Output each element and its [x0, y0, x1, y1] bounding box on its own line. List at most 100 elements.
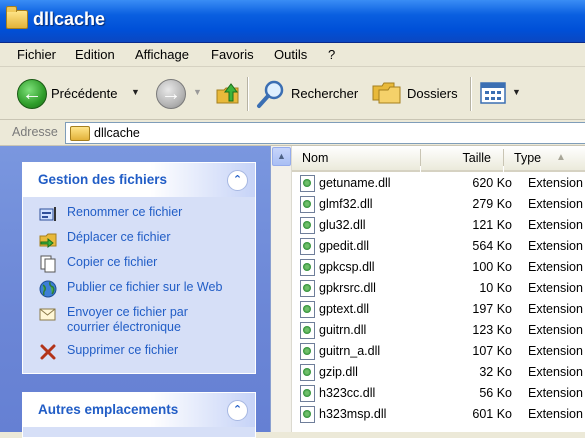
- scrollbar[interactable]: ▲: [271, 146, 292, 432]
- file-row[interactable]: guitrn_a.dll 107 Ko Extension de: [292, 341, 585, 362]
- file-type: Extension de: [528, 239, 585, 253]
- menu-outils[interactable]: Outils: [274, 47, 307, 62]
- folder-icon: [70, 126, 90, 141]
- toolbar: ← Précédente ▼ → ▼ Rechercher Dossiers ▼: [0, 67, 585, 120]
- column-type-label: Type: [514, 151, 542, 165]
- file-row[interactable]: glu32.dll 121 Ko Extension de: [292, 215, 585, 236]
- copy-icon: [40, 255, 56, 273]
- file-size: 107 Ko: [472, 344, 512, 358]
- file-row[interactable]: gptext.dll 197 Ko Extension de: [292, 299, 585, 320]
- task-delete[interactable]: Supprimer ce fichier: [39, 343, 249, 363]
- file-row[interactable]: gpkcsp.dll 100 Ko Extension de: [292, 257, 585, 278]
- dll-file-icon: [300, 259, 315, 276]
- file-row[interactable]: gpedit.dll 564 Ko Extension de: [292, 236, 585, 257]
- file-row[interactable]: gzip.dll 32 Ko Extension de: [292, 362, 585, 383]
- search-icon[interactable]: [256, 79, 286, 109]
- scroll-up-icon[interactable]: ▲: [272, 147, 291, 166]
- menu-affichage[interactable]: Affichage: [135, 47, 189, 62]
- file-type: Extension de: [528, 407, 585, 421]
- folders-label[interactable]: Dossiers: [407, 86, 458, 101]
- back-dropdown-icon[interactable]: ▼: [131, 87, 140, 97]
- dll-file-icon: [300, 175, 315, 192]
- file-type: Extension de: [528, 176, 585, 190]
- address-label: Adresse: [12, 125, 58, 139]
- file-size: 197 Ko: [472, 302, 512, 316]
- file-size: 564 Ko: [472, 239, 512, 253]
- other-places-title[interactable]: Autres emplacements: [38, 402, 178, 417]
- back-arrow-icon: ←: [22, 83, 42, 105]
- dll-file-icon: [300, 322, 315, 339]
- file-row[interactable]: gpkrsrc.dll 10 Ko Extension de: [292, 278, 585, 299]
- file-type: Extension de: [528, 365, 585, 379]
- file-name: getuname.dll: [319, 176, 391, 190]
- collapse-icon[interactable]: ⌃: [227, 400, 248, 421]
- menu-edition[interactable]: Edition: [75, 47, 115, 62]
- file-row[interactable]: getuname.dll 620 Ko Extension de: [292, 173, 585, 194]
- menu-favoris[interactable]: Favoris: [211, 47, 254, 62]
- collapse-icon[interactable]: ⌃: [227, 170, 248, 191]
- task-label[interactable]: Supprimer ce fichier: [67, 343, 178, 358]
- file-name: h323cc.dll: [319, 386, 376, 400]
- file-size: 123 Ko: [472, 323, 512, 337]
- address-value[interactable]: dllcache: [94, 126, 140, 140]
- file-list: ▲ Nom Taille Type ▲ getuname.dll 620 Ko Ex…: [270, 146, 585, 432]
- menu-fichier[interactable]: Fichier: [17, 47, 56, 62]
- forward-button[interactable]: →: [156, 79, 186, 109]
- task-label[interactable]: Publier ce fichier sur le Web: [67, 280, 222, 295]
- file-tasks-header[interactable]: Gestion des fichiers ⌃: [23, 163, 255, 197]
- column-header-type[interactable]: Type ▲: [504, 146, 585, 172]
- task-email[interactable]: Envoyer ce fichier par courrier électron…: [39, 305, 249, 339]
- title-bar[interactable]: dllcache: [0, 0, 585, 43]
- file-row[interactable]: h323cc.dll 56 Ko Extension de: [292, 383, 585, 404]
- task-label-line-2[interactable]: courrier électronique: [67, 320, 181, 335]
- file-type: Extension de: [528, 197, 585, 211]
- back-button[interactable]: ←: [17, 79, 47, 109]
- file-row[interactable]: glmf32.dll 279 Ko Extension de: [292, 194, 585, 215]
- forward-dropdown-icon[interactable]: ▼: [193, 87, 202, 97]
- views-icon[interactable]: [480, 81, 508, 105]
- file-row[interactable]: guitrn.dll 123 Ko Extension de: [292, 320, 585, 341]
- up-folder-icon[interactable]: [215, 81, 241, 105]
- address-field[interactable]: dllcache: [65, 122, 585, 144]
- globe-icon: [39, 280, 57, 298]
- other-places-panel: Autres emplacements ⌃: [22, 392, 256, 438]
- address-bar: Adresse dllcache: [0, 120, 585, 146]
- search-label[interactable]: Rechercher: [291, 86, 358, 101]
- dll-file-icon: [300, 196, 315, 213]
- dll-file-icon: [300, 238, 315, 255]
- column-header-size[interactable]: Taille: [421, 146, 503, 172]
- menu-help[interactable]: ?: [328, 47, 335, 62]
- column-header-name[interactable]: Nom: [292, 146, 420, 172]
- folder-icon: [6, 6, 28, 29]
- toolbar-separator: [470, 77, 472, 111]
- task-label[interactable]: Renommer ce fichier: [67, 205, 182, 220]
- file-type: Extension de: [528, 323, 585, 337]
- task-move[interactable]: Déplacer ce fichier: [39, 230, 249, 250]
- sort-ascending-icon: ▲: [556, 152, 566, 163]
- task-pane: Gestion des fichiers ⌃ Renommer ce fichi…: [0, 146, 270, 438]
- task-copy[interactable]: Copier ce fichier: [39, 255, 249, 275]
- file-tasks-title[interactable]: Gestion des fichiers: [38, 172, 167, 187]
- file-size: 100 Ko: [472, 260, 512, 274]
- delete-icon: [40, 344, 56, 360]
- file-type: Extension de: [528, 260, 585, 274]
- task-label-line-1[interactable]: Envoyer ce fichier par: [67, 305, 188, 320]
- toolbar-separator: [247, 77, 249, 111]
- file-name: gpkcsp.dll: [319, 260, 375, 274]
- window-title: dllcache: [33, 9, 106, 29]
- back-label[interactable]: Précédente: [51, 86, 118, 101]
- column-name-label: Nom: [302, 151, 329, 165]
- task-label[interactable]: Déplacer ce fichier: [67, 230, 171, 245]
- task-publish-web[interactable]: Publier ce fichier sur le Web: [39, 280, 249, 300]
- folders-icon[interactable]: [372, 82, 402, 104]
- menu-bar: Fichier Edition Affichage Favoris Outils…: [0, 43, 585, 67]
- task-rename[interactable]: Renommer ce fichier: [39, 205, 249, 225]
- other-places-header[interactable]: Autres emplacements ⌃: [23, 393, 255, 427]
- views-dropdown-icon[interactable]: ▼: [512, 87, 521, 97]
- file-name: gpkrsrc.dll: [319, 281, 376, 295]
- file-row[interactable]: h323msp.dll 601 Ko Extension de: [292, 404, 585, 425]
- task-label[interactable]: Copier ce fichier: [67, 255, 157, 270]
- file-name: gzip.dll: [319, 365, 358, 379]
- file-size: 121 Ko: [472, 218, 512, 232]
- file-size: 279 Ko: [472, 197, 512, 211]
